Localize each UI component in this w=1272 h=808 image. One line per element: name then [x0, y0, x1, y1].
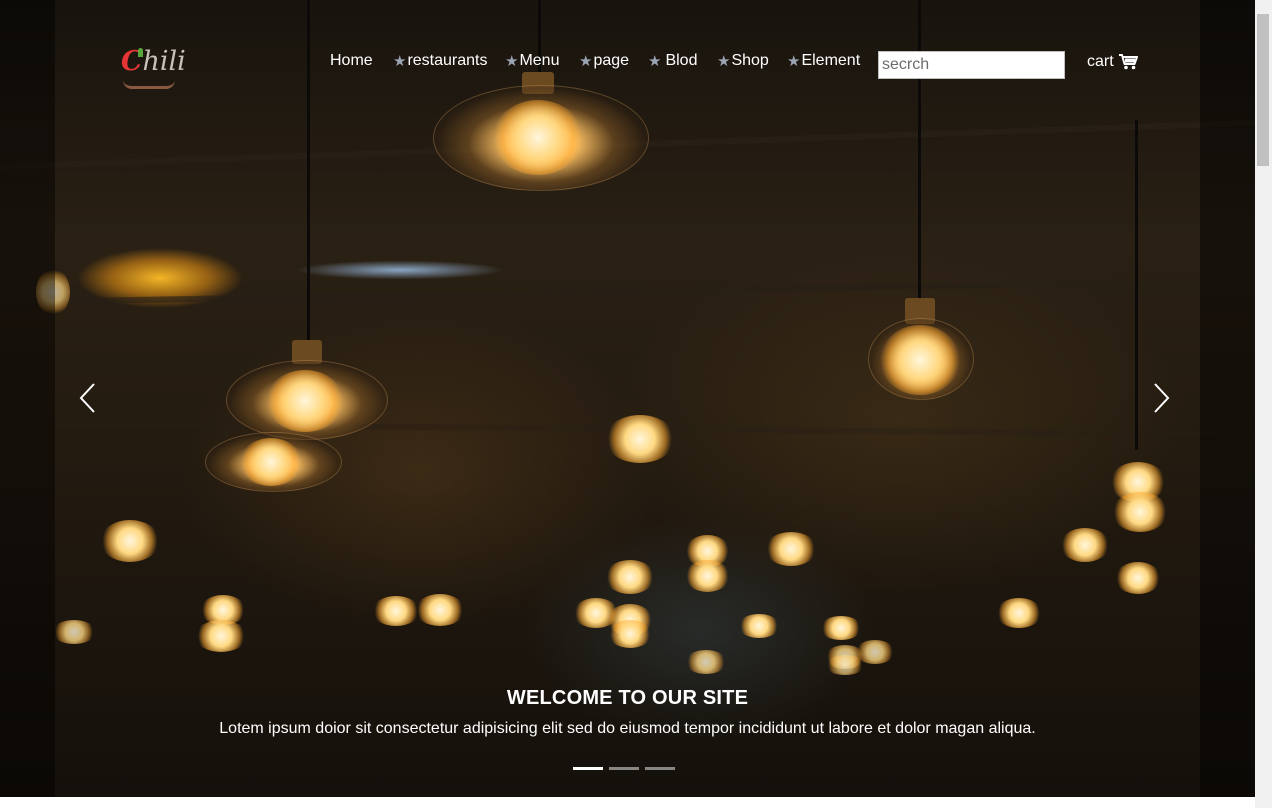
- nav-item-label: Menu: [519, 52, 560, 69]
- page-below-fold: [0, 797, 1255, 808]
- nav-item-element[interactable]: ★ Element: [787, 52, 860, 70]
- carousel-indicator[interactable]: [573, 767, 603, 770]
- star-icon: ★: [787, 53, 801, 70]
- nav-item-home[interactable]: Home: [330, 52, 373, 70]
- search-input[interactable]: [878, 51, 1065, 79]
- star-icon: ★: [579, 53, 593, 70]
- nav-item-restaurants[interactable]: ★ restaurants: [393, 52, 488, 70]
- nav-item-label: Home: [330, 52, 373, 69]
- nav-item-blod[interactable]: ★ Blod: [648, 52, 697, 70]
- nav-item-label: restaurants: [407, 52, 488, 69]
- chevron-right-icon: [1154, 383, 1170, 413]
- nav-item-shop[interactable]: ★ Shop: [717, 52, 769, 70]
- chevron-left-icon: [79, 383, 95, 413]
- nav-item-label: Blod: [665, 52, 698, 69]
- vertical-scrollbar[interactable]: [1255, 0, 1272, 808]
- cart-button[interactable]: cart: [1087, 53, 1138, 71]
- cart-icon: [1118, 54, 1138, 70]
- star-icon: ★: [648, 53, 662, 70]
- logo-rest: hili: [142, 46, 186, 77]
- scrollbar-thumb[interactable]: [1257, 14, 1269, 166]
- carousel-indicator[interactable]: [609, 767, 639, 770]
- brand-logo[interactable]: Chili: [121, 46, 186, 90]
- carousel-next-button[interactable]: [1150, 382, 1172, 414]
- star-icon: ★: [717, 53, 731, 70]
- nav-item-label: Shop: [731, 52, 769, 69]
- carousel-indicator[interactable]: [645, 767, 675, 770]
- nav-item-menu[interactable]: ★ Menu: [505, 52, 559, 70]
- cart-label: cart: [1087, 53, 1114, 70]
- nav-item-page[interactable]: ★ page: [579, 52, 629, 70]
- nav-item-label: Element: [801, 52, 861, 69]
- carousel-prev-button[interactable]: [78, 382, 100, 414]
- logo-swoosh-icon: [123, 80, 175, 89]
- nav-item-label: page: [593, 52, 630, 69]
- star-icon: ★: [393, 53, 407, 70]
- carousel-indicators: [573, 767, 675, 771]
- carousel-caption-title: WELCOME TO OUR SITE: [506, 687, 749, 709]
- carousel-caption-text: Lotem ipsum doior sit consectetur adipis…: [219, 720, 1036, 737]
- chili-stem-icon: [138, 48, 143, 57]
- hero-carousel: Chili Home ★ restaurants ★ Menu ★ page ★…: [0, 0, 1255, 797]
- star-icon: ★: [505, 53, 519, 70]
